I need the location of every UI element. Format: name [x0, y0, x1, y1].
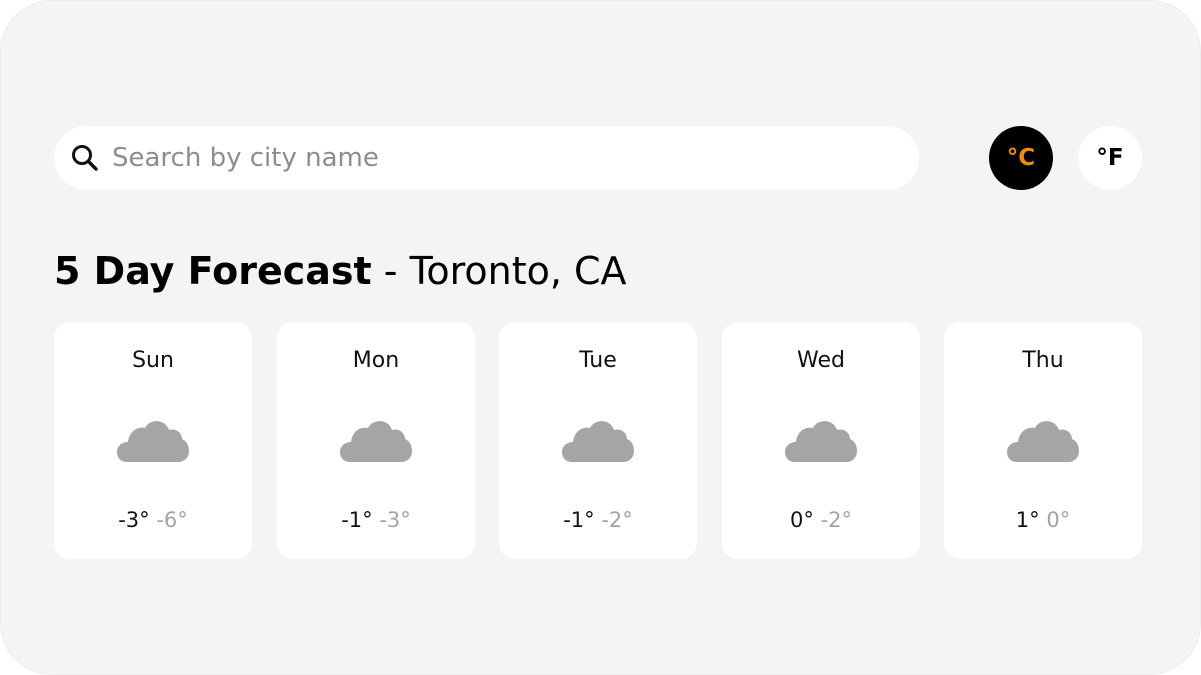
low-temp: -3°	[379, 508, 411, 532]
forecast-card-mon: Mon -1° -3°	[277, 322, 475, 559]
cloud-icon	[785, 421, 857, 462]
temperature-range: -1° -3°	[277, 508, 475, 532]
cloud-icon	[340, 421, 412, 462]
low-temp: -6°	[156, 508, 188, 532]
high-temp: -3°	[118, 508, 150, 532]
high-temp: 1°	[1015, 508, 1040, 532]
location-name: Toronto, CA	[409, 249, 627, 293]
forecast-title: 5 Day Forecast	[54, 249, 372, 293]
celsius-button[interactable]: °C	[989, 126, 1053, 190]
temperature-range: 1° 0°	[944, 508, 1142, 532]
day-label: Tue	[579, 348, 617, 373]
page-title: 5 Day Forecast - Toronto, CA	[54, 245, 627, 297]
weather-app: °C °F 5 Day Forecast - Toronto, CA Sun -…	[0, 0, 1201, 675]
cloud-icon	[562, 421, 634, 462]
cloud-icon	[1007, 421, 1079, 462]
forecast-list: Sun -3° -6° Mon -1° -3° Tue -1° -2° Wed	[54, 322, 1143, 560]
low-temp: 0°	[1046, 508, 1071, 532]
search-bar[interactable]	[54, 126, 919, 190]
cloud-icon	[117, 421, 189, 462]
day-label: Mon	[352, 348, 400, 373]
day-label: Thu	[1022, 348, 1064, 373]
day-label: Wed	[797, 348, 845, 373]
temperature-range: -3° -6°	[54, 508, 252, 532]
forecast-card-wed: Wed 0° -2°	[722, 322, 920, 559]
forecast-card-tue: Tue -1° -2°	[499, 322, 697, 559]
search-input[interactable]	[112, 138, 892, 178]
low-temp: -2°	[820, 508, 852, 532]
temperature-range: -1° -2°	[499, 508, 697, 532]
search-icon[interactable]	[70, 143, 100, 173]
low-temp: -2°	[601, 508, 633, 532]
fahrenheit-button[interactable]: °F	[1078, 126, 1142, 190]
high-temp: 0°	[789, 508, 814, 532]
high-temp: -1°	[341, 508, 373, 532]
day-label: Sun	[132, 348, 174, 373]
temperature-range: 0° -2°	[722, 508, 920, 532]
high-temp: -1°	[563, 508, 595, 532]
forecast-card-thu: Thu 1° 0°	[944, 322, 1142, 559]
forecast-card-sun: Sun -3° -6°	[54, 322, 252, 559]
title-separator: -	[371, 249, 410, 293]
